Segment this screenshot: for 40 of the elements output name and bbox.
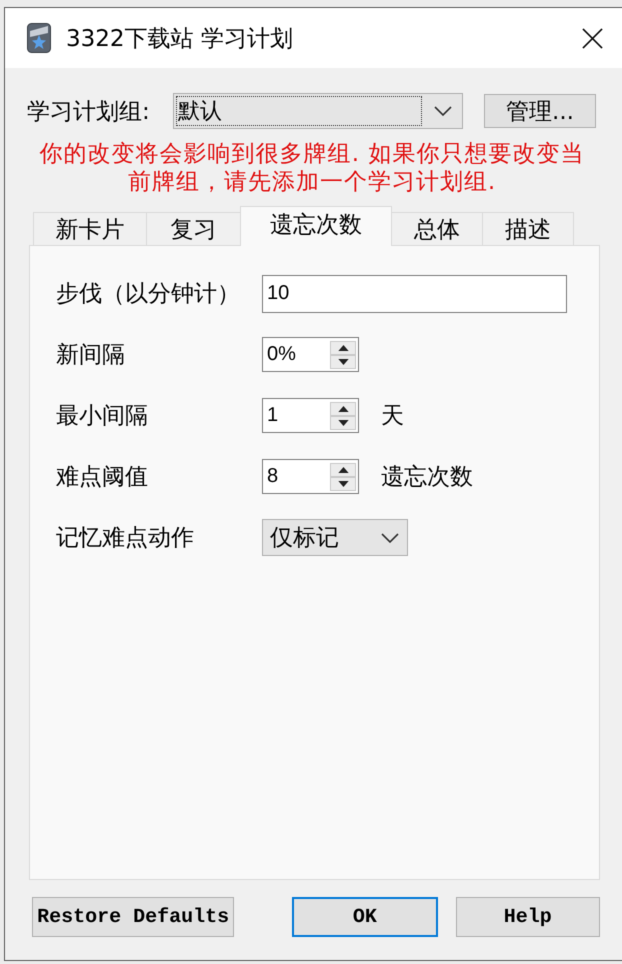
manage-button[interactable]: 管理...: [484, 94, 596, 128]
chevron-down-icon: [434, 106, 452, 116]
up-arrow-icon: [338, 406, 348, 412]
window-title: 3322下载站 学习计划: [66, 24, 293, 54]
dialog-button[interactable]: Restore Defaults: [32, 897, 234, 937]
close-icon: [582, 28, 602, 48]
number-spinbox[interactable]: 8: [262, 459, 359, 494]
field-label: 新间隔: [56, 341, 126, 370]
tab[interactable]: 新卡片: [33, 212, 147, 245]
down-arrow-icon: [338, 480, 348, 486]
dialog-button[interactable]: OK: [292, 897, 438, 937]
unit-label: 遗忘次数: [381, 463, 473, 492]
chevron-down-icon: [381, 532, 399, 542]
field-label: 记忆难点动作: [56, 524, 195, 553]
field-label: 最小间隔: [56, 402, 149, 431]
dialog-button[interactable]: Help: [456, 897, 600, 937]
field-label: 难点阈值: [56, 463, 149, 492]
spin-down-button[interactable]: [330, 354, 356, 368]
up-arrow-icon: [338, 344, 348, 350]
tab[interactable]: 遗忘次数: [240, 206, 392, 246]
number-spinbox[interactable]: 0%: [262, 337, 359, 372]
spin-up-button[interactable]: [330, 462, 356, 476]
spin-down-button[interactable]: [330, 476, 356, 490]
text-input[interactable]: 10: [262, 274, 567, 312]
plan-group-dropdown[interactable]: 默认: [173, 93, 463, 129]
plan-group-label: 学习计划组:: [27, 98, 151, 126]
action-dropdown[interactable]: 仅标记: [262, 519, 408, 556]
unit-label: 天: [381, 402, 404, 431]
up-arrow-icon: [338, 466, 348, 472]
tab[interactable]: 描述: [482, 212, 574, 245]
spin-up-button[interactable]: [330, 340, 356, 354]
down-arrow-icon: [338, 358, 348, 364]
spin-up-button[interactable]: [330, 402, 356, 416]
spin-down-button[interactable]: [330, 416, 356, 430]
close-button[interactable]: [580, 26, 604, 50]
down-arrow-icon: [338, 420, 348, 426]
number-spinbox[interactable]: 1: [262, 398, 359, 433]
field-label: 步伐（以分钟计）: [56, 280, 241, 309]
warning-text: 你的改变将会影响到很多牌组. 如果你只想要改变当前牌组，请先添加一个学习计划组.: [38, 140, 586, 196]
app-icon: [27, 23, 51, 53]
